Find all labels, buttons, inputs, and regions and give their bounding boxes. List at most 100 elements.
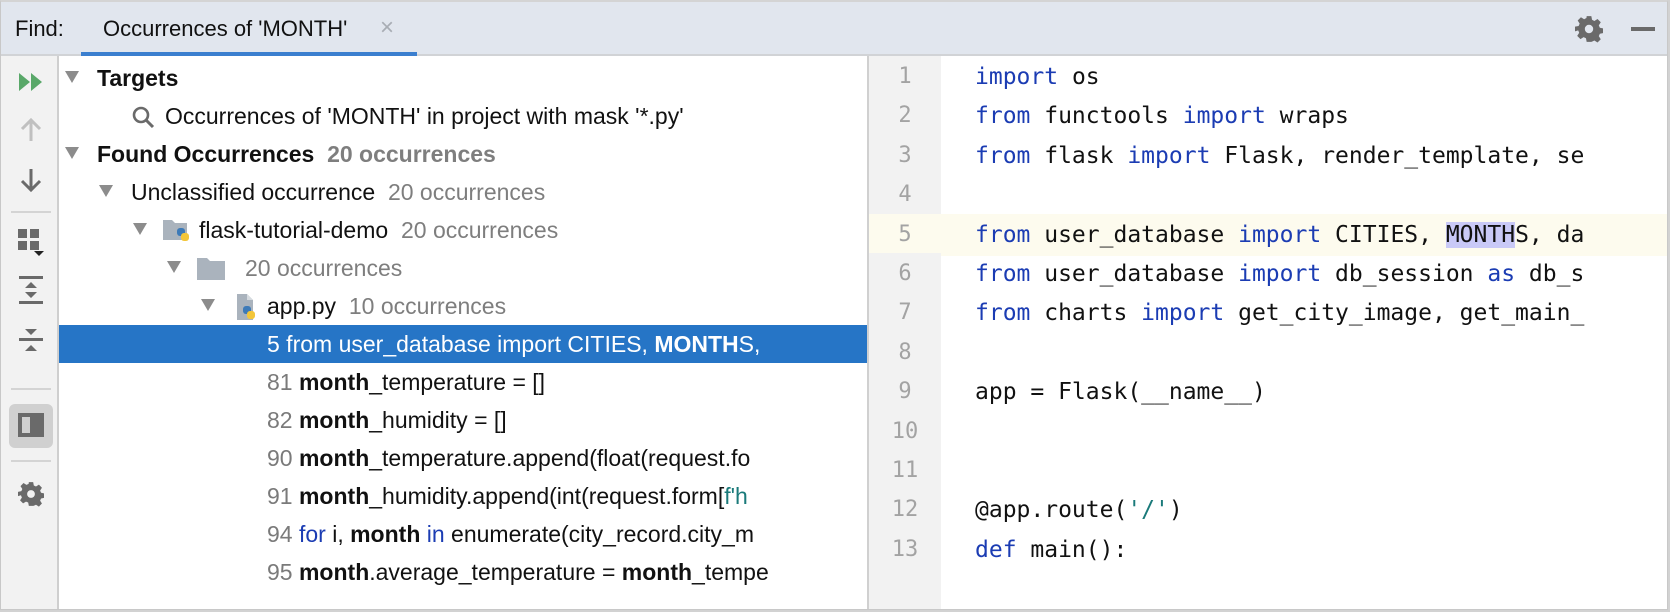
- line-number: 4: [869, 174, 941, 217]
- tab-label: Occurrences of 'MONTH': [103, 16, 348, 41]
- expand-triangle-icon[interactable]: [65, 147, 79, 159]
- code-token: db_s: [1515, 261, 1585, 287]
- code-token: functools: [1030, 103, 1183, 130]
- line-number: 95: [267, 559, 293, 585]
- code-line[interactable]: 13 def main():: [869, 528, 1667, 571]
- expand-all-button[interactable]: [9, 270, 53, 310]
- expand-triangle-icon[interactable]: [201, 299, 215, 311]
- match-text: month: [298, 483, 370, 509]
- result-row[interactable]: 81 month_temperature = []: [59, 363, 867, 401]
- line-number: 5: [869, 213, 941, 256]
- toolbar-separator: [11, 460, 51, 462]
- tree-node-found-occurrences[interactable]: Found Occurrences 20 occurrences: [59, 135, 867, 173]
- line-number: 11: [869, 450, 941, 492]
- result-row[interactable]: 91 month_humidity.append(int(request.for…: [59, 477, 867, 515]
- keyword: import: [1127, 142, 1211, 169]
- collapse-all-button[interactable]: [9, 320, 53, 360]
- keyword: in: [426, 521, 445, 547]
- rerun-button[interactable]: [9, 62, 53, 102]
- line-number: 2: [869, 95, 941, 138]
- toolbar-separator: [11, 211, 51, 213]
- node-label: Occurrences of 'MONTH' in project with m…: [165, 103, 684, 129]
- result-row[interactable]: 82 month_humidity = []: [59, 401, 867, 439]
- python-project-icon: [163, 220, 189, 241]
- keyword: for: [298, 521, 326, 547]
- code-line[interactable]: 9 app = Flask(__name__): [869, 371, 1667, 414]
- code-text: from user_database import CITIES, MONTHS…: [975, 214, 1584, 256]
- code-line[interactable]: 12 @app.route('/'): [869, 489, 1667, 532]
- find-header: Find: Occurrences of 'MONTH' ×: [1, 2, 1667, 58]
- group-by-icon: [18, 229, 44, 256]
- next-occurrence-button[interactable]: [9, 160, 53, 200]
- tree-node-project[interactable]: flask-tutorial-demo 20 occurrences: [59, 211, 867, 249]
- tree-node-file[interactable]: app.py 10 occurrences: [59, 287, 867, 325]
- keyword: from: [975, 221, 1031, 248]
- code-token: S, da: [1515, 221, 1585, 248]
- keyword: import: [1238, 221, 1322, 248]
- result-row[interactable]: 94 for i, month in enumerate(city_record…: [59, 515, 867, 553]
- group-by-button[interactable]: [9, 222, 53, 262]
- line-number: 6: [869, 253, 941, 295]
- code-token: get_city_image, get_main_: [1224, 300, 1585, 327]
- result-text: .average_temperature =: [369, 559, 622, 585]
- code-line[interactable]: 6 from user_database import db_session as…: [869, 253, 1667, 295]
- occurrence-count: 20 occurrences: [327, 141, 496, 167]
- previous-occurrence-button[interactable]: [9, 110, 53, 150]
- code-line[interactable]: 2 from functools import wraps: [869, 95, 1667, 138]
- string-literal: '/': [1127, 497, 1169, 524]
- match-text: month: [298, 369, 370, 395]
- tree-node-target-item[interactable]: Occurrences of 'MONTH' in project with m…: [59, 97, 867, 135]
- code-text: from user_database import db_session as …: [975, 253, 1584, 295]
- rerun-icon: [19, 73, 42, 91]
- occurrence-count: 10 occurrences: [348, 293, 507, 319]
- settings-button[interactable]: [9, 474, 53, 514]
- minimize-icon[interactable]: [1631, 27, 1655, 31]
- code-line[interactable]: 7 from charts import get_city_image, get_…: [869, 292, 1667, 335]
- result-row[interactable]: 95 month.average_temperature = month_tem…: [59, 553, 867, 591]
- preview-toggle-button[interactable]: [9, 404, 53, 448]
- tree-node-targets[interactable]: Targets: [59, 59, 867, 97]
- code-token: user_database: [1030, 261, 1239, 287]
- code-line[interactable]: 11: [869, 450, 1667, 492]
- code-token: os: [1058, 64, 1100, 90]
- expand-all-icon: [19, 276, 43, 304]
- code-line[interactable]: 4: [869, 174, 1667, 217]
- code-token: CITIES,: [1321, 221, 1446, 248]
- keyword: from: [975, 261, 1031, 287]
- expand-triangle-icon[interactable]: [167, 261, 181, 273]
- line-number: 82: [267, 407, 293, 433]
- result-row[interactable]: 90 month_temperature.append(float(reques…: [59, 439, 867, 477]
- result-text: S,: [738, 331, 761, 357]
- code-line[interactable]: 5 from user_database import CITIES, MONTH…: [869, 213, 1667, 256]
- tab-occurrences[interactable]: Occurrences of 'MONTH' ×: [81, 2, 417, 58]
- result-text: _temperature = []: [369, 369, 546, 395]
- code-line[interactable]: 10: [869, 410, 1667, 453]
- expand-triangle-icon[interactable]: [133, 223, 147, 235]
- result-text: enumerate(city_record.city_m: [444, 521, 755, 547]
- tree-node-unclassified[interactable]: Unclassified occurrence 20 occurrences: [59, 173, 867, 211]
- code-token: wraps: [1265, 103, 1349, 130]
- code-text: def main():: [975, 529, 1127, 571]
- code-preview[interactable]: 1 import os 2 from functools import wraps 3 f…: [869, 56, 1667, 609]
- left-toolbar: [1, 56, 59, 609]
- toolbar-separator: [11, 388, 51, 390]
- code-token: charts: [1030, 300, 1142, 327]
- tree-node-folder[interactable]: 20 occurrences: [59, 249, 867, 287]
- close-icon[interactable]: ×: [380, 14, 394, 42]
- gear-icon[interactable]: [1575, 15, 1603, 43]
- expand-triangle-icon[interactable]: [99, 185, 113, 197]
- result-text: _humidity = []: [369, 407, 507, 433]
- occurrence-count: 20 occurrences: [387, 179, 546, 205]
- code-line[interactable]: 1 import os: [869, 56, 1667, 98]
- code-line[interactable]: 3 from flask import Flask, render_templat…: [869, 134, 1667, 177]
- keyword: as: [1487, 261, 1516, 287]
- result-row[interactable]: 5 from user_database import CITIES, MONT…: [59, 325, 867, 363]
- collapse-all-icon: [19, 329, 43, 351]
- code-text: from flask import Flask, render_template…: [975, 135, 1584, 177]
- code-line[interactable]: 8: [869, 331, 1667, 374]
- match-text: month: [621, 559, 693, 585]
- line-number: 81: [267, 369, 293, 395]
- expand-triangle-icon[interactable]: [65, 71, 79, 83]
- match-text: MONTH: [654, 331, 739, 357]
- code-token: main():: [1016, 536, 1128, 563]
